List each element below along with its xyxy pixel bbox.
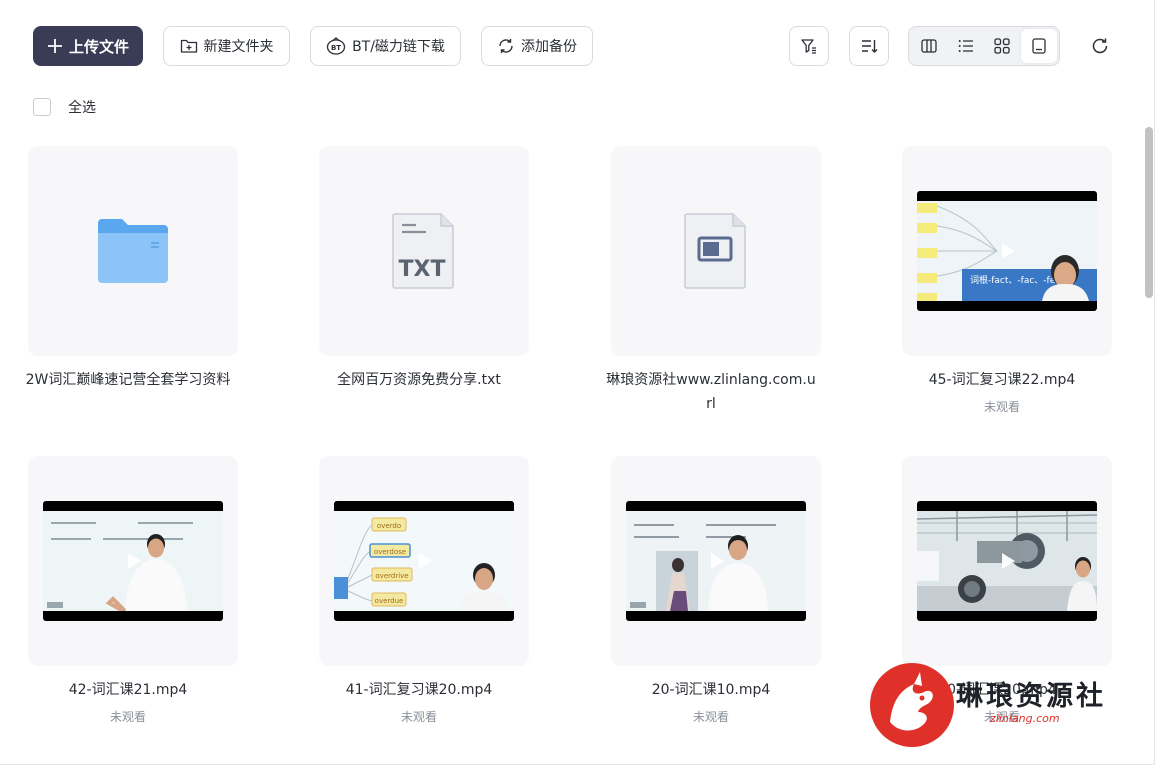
play-icon bbox=[711, 553, 724, 569]
folder-icon bbox=[98, 219, 168, 283]
folder-plus-icon bbox=[180, 39, 197, 53]
grid-icon bbox=[994, 38, 1010, 54]
view-columns-option[interactable] bbox=[911, 29, 948, 63]
select-all-checkbox[interactable] bbox=[33, 98, 51, 116]
watermark-logo: 琳琅资源社 zlinlang.com bbox=[870, 663, 1106, 747]
video-thumbnail bbox=[917, 501, 1097, 621]
upload-label: 上传文件 bbox=[68, 37, 129, 56]
watch-status: 未观看 bbox=[109, 710, 146, 724]
play-icon bbox=[1002, 553, 1015, 569]
watch-status: 未观看 bbox=[983, 400, 1020, 414]
file-card-video[interactable] bbox=[902, 456, 1112, 666]
svg-text:overdrive: overdrive bbox=[375, 572, 408, 580]
video-thumbnail bbox=[626, 501, 806, 621]
add-backup-button[interactable]: 添加备份 bbox=[481, 26, 593, 66]
play-icon bbox=[128, 553, 141, 569]
filter-button[interactable] bbox=[789, 26, 829, 66]
play-icon bbox=[1002, 243, 1015, 259]
file-card-video[interactable] bbox=[28, 456, 238, 666]
file-name[interactable]: 20-词汇课10.mp4 bbox=[606, 678, 816, 702]
view-list-option[interactable] bbox=[948, 29, 985, 63]
bt-download-label: BT/磁力链下载 bbox=[352, 39, 445, 55]
new-folder-button[interactable]: 新建文件夹 bbox=[163, 26, 290, 66]
sort-button[interactable] bbox=[849, 26, 889, 66]
svg-text:overdose: overdose bbox=[374, 548, 406, 556]
refresh-button[interactable] bbox=[1084, 30, 1116, 62]
refresh-icon bbox=[1092, 38, 1108, 54]
video-thumbnail bbox=[43, 501, 223, 621]
columns-icon bbox=[921, 39, 937, 53]
new-folder-label: 新建文件夹 bbox=[203, 39, 274, 55]
select-all-label: 全选 bbox=[68, 100, 96, 116]
file-card-video[interactable]: 词根-fact、-fac、-fea bbox=[902, 146, 1112, 356]
scrollbar-track[interactable] bbox=[1143, 0, 1154, 764]
sort-icon bbox=[862, 40, 878, 53]
file-name[interactable]: 41-词汇复习课20.mp4 bbox=[314, 678, 524, 702]
scrollbar-thumb[interactable] bbox=[1145, 127, 1153, 298]
select-all[interactable]: 全选 bbox=[33, 97, 96, 117]
filter-icon bbox=[801, 39, 816, 54]
bt-download-button[interactable]: BT BT/磁力链下载 bbox=[310, 26, 461, 66]
play-icon bbox=[419, 553, 432, 569]
svg-text:琳琅资源社: 琳琅资源社 bbox=[956, 680, 1106, 712]
file-name[interactable]: 42-词汇课21.mp4 bbox=[23, 678, 233, 702]
file-card-video[interactable] bbox=[611, 456, 821, 666]
video-thumbnail: overdo overdose overdrive overdue bbox=[334, 501, 514, 621]
svg-text:TXT: TXT bbox=[399, 257, 446, 282]
file-card-folder[interactable] bbox=[28, 146, 238, 356]
video-thumbnail: 词根-fact、-fac、-fea bbox=[917, 191, 1097, 311]
svg-text:BT: BT bbox=[331, 44, 341, 52]
file-card-video[interactable]: overdo overdose overdrive overdue bbox=[319, 456, 529, 666]
file-card-url[interactable] bbox=[611, 146, 821, 356]
view-mode-switch bbox=[908, 26, 1060, 66]
txt-file-icon: TXT bbox=[392, 213, 454, 289]
file-name[interactable]: 琳琅资源社www.zlinlang.com.url bbox=[606, 368, 816, 416]
watch-status: 未观看 bbox=[400, 710, 437, 724]
view-thumbnail-option[interactable] bbox=[1020, 29, 1057, 63]
svg-text:zlinlang.com: zlinlang.com bbox=[989, 712, 1060, 725]
svg-text:overdue: overdue bbox=[375, 597, 404, 605]
file-card-txt[interactable]: TXT bbox=[319, 146, 529, 356]
svg-text:overdo: overdo bbox=[377, 522, 401, 530]
upload-button[interactable]: 上传文件 bbox=[33, 26, 143, 66]
view-grid-option[interactable] bbox=[984, 29, 1021, 63]
file-name[interactable]: 全网百万资源免费分享.txt bbox=[314, 368, 524, 392]
add-backup-label: 添加备份 bbox=[521, 39, 577, 55]
watch-status: 未观看 bbox=[692, 710, 729, 724]
list-icon bbox=[958, 40, 973, 52]
file-name[interactable]: 45-词汇复习课22.mp4 bbox=[897, 368, 1107, 392]
bt-magnet-icon: BT bbox=[326, 37, 346, 55]
svg-text:词根-fact、-fac、-fea: 词根-fact、-fac、-fea bbox=[970, 274, 1061, 286]
plus-icon bbox=[47, 39, 62, 53]
file-name[interactable]: 2W词汇巅峰速记营全套学习资料 bbox=[23, 368, 233, 392]
link-file-icon bbox=[684, 213, 746, 289]
thumbnail-icon bbox=[1032, 38, 1046, 54]
sync-icon bbox=[499, 39, 513, 53]
file-manager: 上传文件 新建文件夹 BT BT/磁力链下载 添加备份 全选 2W词汇巅峰速记营… bbox=[0, 0, 1155, 765]
